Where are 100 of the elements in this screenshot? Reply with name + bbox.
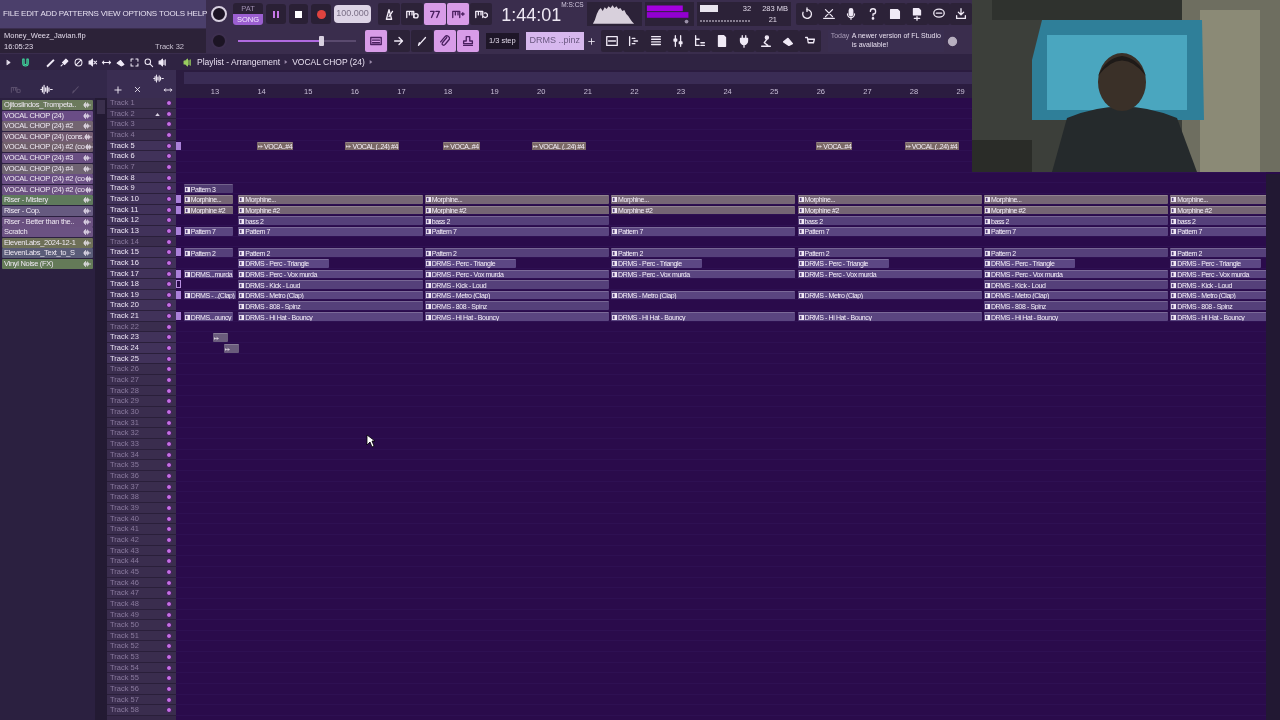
ban-icon[interactable]	[73, 56, 84, 68]
menu-item[interactable]: TOOLS	[159, 8, 185, 20]
tempo-knob[interactable]	[211, 6, 227, 22]
pattern-clip-icon	[798, 218, 804, 224]
tempo-field[interactable]: 100.000	[333, 5, 372, 23]
playlist-button[interactable]	[600, 30, 623, 52]
wait-record-button[interactable]	[401, 3, 424, 25]
audio-clip[interactable]	[213, 333, 229, 343]
notes-icon	[626, 34, 641, 48]
pattern-clip-icon	[984, 261, 990, 267]
stamp-button[interactable]	[457, 30, 479, 52]
pattern-clip-icon	[239, 197, 245, 203]
download-button[interactable]	[950, 3, 973, 25]
resize-icon[interactable]	[163, 85, 173, 95]
pattern-clip-icon	[239, 282, 245, 288]
pen-button[interactable]	[411, 30, 433, 52]
slider-thumb[interactable]	[318, 36, 324, 46]
scrollbar-thumb[interactable]	[97, 100, 105, 114]
audio-clip-icon	[214, 335, 220, 341]
pattern-clip-icon	[1171, 208, 1177, 214]
pattern-clip-icon	[612, 197, 618, 203]
pause-button[interactable]	[266, 4, 286, 24]
pattern-clip-icon	[1171, 293, 1177, 299]
arrow-button[interactable]	[388, 30, 410, 52]
step-edit-button[interactable]	[447, 3, 470, 25]
scrollbar[interactable]	[95, 98, 107, 720]
pattern-clip-icon	[1171, 272, 1177, 277]
countdown-button[interactable]	[424, 3, 447, 25]
menu-item[interactable]: EDIT	[21, 8, 39, 20]
typing-keyboard-button[interactable]	[365, 30, 387, 52]
audio-clip-icon	[444, 144, 450, 150]
pattern-clip-icon	[184, 186, 190, 192]
record-button[interactable]	[311, 4, 331, 24]
menu-item[interactable]: HELP	[187, 8, 208, 20]
chevron-icon	[284, 59, 289, 65]
clip-edge[interactable]	[176, 205, 181, 214]
clip-edge[interactable]	[176, 269, 181, 278]
keyboard-icon	[369, 34, 383, 48]
paperclip-button[interactable]	[434, 30, 456, 52]
pattern-clip-icon	[798, 314, 804, 320]
pattern-clip-icon	[984, 229, 990, 235]
clip-edge[interactable]	[176, 226, 181, 235]
clip-edge[interactable]	[176, 312, 181, 321]
shop-button[interactable]	[798, 30, 821, 52]
expand-icon[interactable]	[5, 58, 12, 66]
pattern-clip-icon	[798, 208, 804, 214]
pattern-clip-icon	[239, 303, 245, 309]
pattern-clip-icon	[239, 314, 245, 320]
menu-item[interactable]: OPTIONS	[122, 8, 157, 20]
audio-clip-icon	[346, 144, 352, 150]
loop-record-button[interactable]	[470, 3, 493, 25]
scrollbar[interactable]	[1266, 174, 1280, 720]
add-icon[interactable]	[113, 85, 123, 95]
speaker-icon[interactable]	[157, 56, 168, 68]
playlist-title: Playlist - Arrangement	[197, 55, 281, 69]
menu-item[interactable]: FILE	[3, 8, 20, 20]
undo-button[interactable]	[796, 3, 819, 25]
brush-icon[interactable]	[59, 56, 70, 68]
metronome-button[interactable]	[378, 3, 401, 25]
clip-edge[interactable]	[176, 194, 181, 203]
pencil-icon[interactable]	[45, 56, 56, 68]
select-icon[interactable]	[129, 56, 140, 68]
pattern-clip-icon	[1171, 261, 1177, 267]
clip-edge[interactable]	[176, 141, 181, 150]
menu-item[interactable]: ADD	[40, 8, 57, 20]
waveform-icon[interactable]	[153, 73, 164, 84]
master-volume-slider[interactable]	[238, 36, 356, 46]
pattern-clip-icon	[184, 250, 190, 256]
speaker-icon[interactable]	[182, 56, 193, 68]
add-icon[interactable]	[586, 36, 596, 46]
pointer-icon	[366, 434, 376, 448]
magnet-icon[interactable]	[20, 56, 31, 68]
breadcrumb-item[interactable]: VOCAL CHOP (24)	[292, 55, 365, 69]
close-icon[interactable]	[133, 85, 142, 94]
stop-button[interactable]	[288, 4, 309, 24]
clip-edge[interactable]	[176, 248, 181, 257]
waveform-icon[interactable]	[40, 83, 53, 96]
collapse-icon[interactable]	[155, 112, 160, 116]
pattern-clip-icon	[425, 272, 431, 277]
pattern-clip-icon	[184, 229, 190, 235]
pattern-clip-icon	[184, 314, 190, 320]
pattern-clip-icon	[798, 229, 804, 235]
clip-edge[interactable]	[176, 280, 181, 289]
menu-item[interactable]: VIEW	[100, 8, 121, 20]
audio-clip-icon	[817, 144, 823, 150]
waveform-icon	[83, 101, 91, 109]
pattern-selector[interactable]: DRMS ..pinz	[525, 32, 584, 50]
audio-clip[interactable]	[224, 344, 239, 353]
zoom-icon[interactable]	[143, 56, 154, 68]
pattern-clip-icon	[239, 208, 245, 214]
cpu-graph	[699, 5, 718, 12]
pattern-clip-icon	[984, 197, 990, 203]
audio-clip-icon	[532, 144, 538, 150]
pattern-clip-icon	[184, 272, 190, 277]
pattern-clip-icon	[984, 218, 990, 224]
clip-edge[interactable]	[176, 290, 181, 299]
mute-icon[interactable]	[87, 56, 98, 68]
globe-icon[interactable]	[946, 35, 958, 47]
pattern-clip-icon	[798, 250, 804, 256]
menu-item[interactable]: PATTERNS	[58, 8, 99, 20]
